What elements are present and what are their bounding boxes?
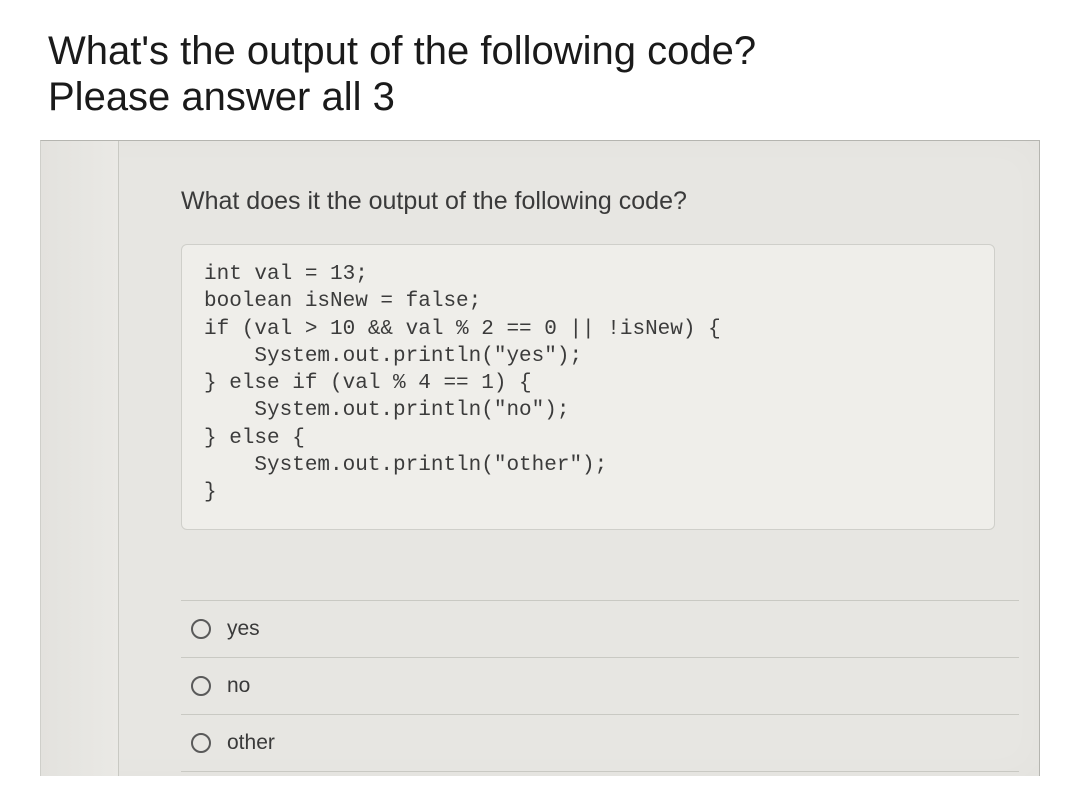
title-line-1: What's the output of the following code? <box>48 28 1032 74</box>
code-snippet: int val = 13; boolean isNew = false; if … <box>204 261 972 507</box>
option-no[interactable]: no <box>181 657 1019 714</box>
option-label: yes <box>227 617 260 641</box>
worksheet-panel: What does it the output of the following… <box>40 140 1040 776</box>
worksheet-binding-strip <box>41 141 119 776</box>
radio-icon <box>191 619 211 639</box>
question-prompt: What does it the output of the following… <box>181 187 1019 216</box>
title-line-2: Please answer all 3 <box>48 74 1032 120</box>
options-list: yes no other <box>181 600 1019 772</box>
option-other[interactable]: other <box>181 714 1019 772</box>
option-yes[interactable]: yes <box>181 600 1019 657</box>
page-title-area: What's the output of the following code?… <box>0 0 1080 140</box>
question-content: What does it the output of the following… <box>181 187 1019 776</box>
option-label: other <box>227 731 275 755</box>
radio-icon <box>191 676 211 696</box>
code-box: int val = 13; boolean isNew = false; if … <box>181 244 995 530</box>
option-label: no <box>227 674 250 698</box>
radio-icon <box>191 733 211 753</box>
